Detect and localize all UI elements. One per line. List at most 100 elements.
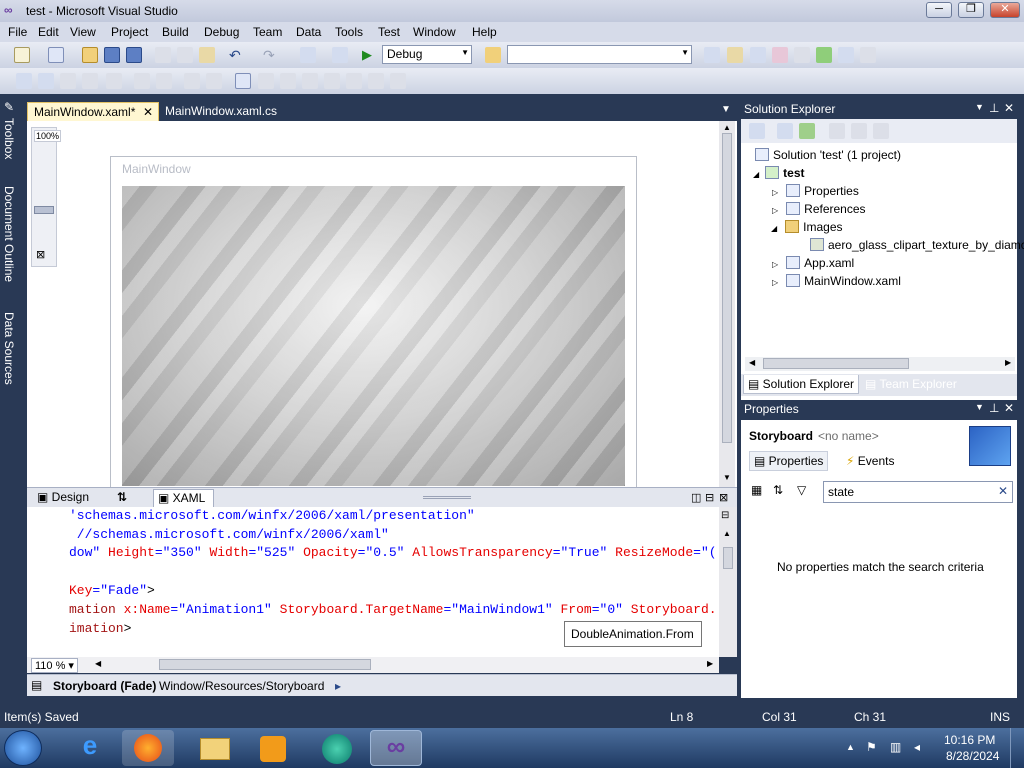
properties-icon[interactable] <box>749 123 765 139</box>
collapse-pane-icon[interactable]: ⊠ <box>719 491 728 504</box>
save-all-icon[interactable] <box>126 47 142 63</box>
code-line[interactable]: Key="Fade"> <box>69 583 155 598</box>
paste-icon[interactable] <box>199 47 215 63</box>
view-designer-icon[interactable] <box>851 123 867 139</box>
tree-item-solution[interactable]: Solution 'test' (1 project) <box>755 148 901 162</box>
tree-item-project[interactable]: ◢ test <box>753 166 805 180</box>
tree-item-app-xaml[interactable]: ▷ App.xaml <box>772 256 854 270</box>
navigate-back-icon[interactable] <box>300 47 316 63</box>
view-code-icon[interactable] <box>829 123 845 139</box>
tab-mainwindow-xaml[interactable]: MainWindow.xaml* ✕ <box>27 102 159 122</box>
breadcrumb-item-path[interactable]: Window/Resources/Storyboard <box>159 679 324 693</box>
scroll-left-icon[interactable]: ◀ <box>95 659 101 668</box>
toolbox-icon[interactable] <box>772 47 788 63</box>
expander-icon[interactable]: ▷ <box>772 260 778 269</box>
clear-icon[interactable] <box>60 73 76 89</box>
property-search-input[interactable]: state ✕ <box>823 481 1013 503</box>
open-icon[interactable] <box>82 47 98 63</box>
menu-edit[interactable]: Edit <box>38 25 59 39</box>
scroll-up-icon[interactable]: ▲ <box>723 123 731 132</box>
prev-bookmark-folder-icon[interactable] <box>302 73 318 89</box>
toolbox-tab[interactable]: Toolbox <box>2 118 16 159</box>
data-sources-tab[interactable]: Data Sources <box>2 312 16 385</box>
team-explorer-icon[interactable] <box>838 47 854 63</box>
tab-design[interactable]: ▣ Design <box>37 490 89 504</box>
next-bookmark-doc-icon[interactable] <box>368 73 384 89</box>
app-icon[interactable] <box>310 730 362 766</box>
scroll-right-icon[interactable]: ▶ <box>707 659 713 668</box>
close-tab-icon[interactable]: ✕ <box>143 105 153 119</box>
menu-file[interactable]: File <box>8 25 27 39</box>
solution-explorer-icon[interactable] <box>704 47 720 63</box>
clock-date[interactable]: 8/28/2024 <box>946 749 999 763</box>
class-diagram-icon[interactable] <box>873 123 889 139</box>
show-desktop-button[interactable] <box>1010 728 1024 768</box>
menu-team[interactable]: Team <box>253 25 282 39</box>
show-all-files-icon[interactable] <box>777 123 793 139</box>
format-icon[interactable] <box>106 73 122 89</box>
cut-icon[interactable] <box>155 47 171 63</box>
volume-icon[interactable]: ◂ <box>914 740 920 754</box>
save-icon[interactable] <box>104 47 120 63</box>
menu-project[interactable]: Project <box>111 25 148 39</box>
clear-search-icon[interactable]: ✕ <box>998 484 1008 498</box>
internet-explorer-icon[interactable]: e <box>64 730 116 766</box>
start-button[interactable] <box>4 730 42 766</box>
aero-glass-image[interactable] <box>122 186 625 486</box>
navigate-forward-icon[interactable] <box>332 47 348 63</box>
tab-solution-explorer[interactable]: ▤ Solution Explorer <box>743 375 860 394</box>
decrease-indent-icon[interactable] <box>134 73 150 89</box>
uncomment-icon[interactable] <box>206 73 222 89</box>
expander-icon[interactable]: ▷ <box>772 278 778 287</box>
scroll-up-icon[interactable]: ▲ <box>723 529 731 538</box>
code-line[interactable]: mation x:Name="Animation1" Storyboard.Ta… <box>69 602 717 617</box>
scroll-down-icon[interactable]: ▼ <box>723 473 731 482</box>
scroll-left-icon[interactable]: ◀ <box>749 358 755 367</box>
tab-dropdown-icon[interactable]: ▼ <box>721 104 731 115</box>
clear-bookmarks-icon[interactable] <box>390 73 406 89</box>
next-bookmark-icon[interactable] <box>280 73 296 89</box>
find-in-files-icon[interactable] <box>485 47 501 63</box>
tree-item-image-file[interactable]: aero_glass_clipart_texture_by_diamc <box>810 238 1024 252</box>
vertical-split-icon[interactable]: ◫ <box>691 491 701 504</box>
zoom-thumb[interactable] <box>34 206 54 214</box>
editor-split-icon[interactable]: ⊟ <box>721 510 729 521</box>
close-pane-icon[interactable]: ✕ <box>1004 101 1014 115</box>
designer-vertical-scrollbar[interactable]: ▲ ▼ <box>719 121 735 487</box>
show-hidden-icons[interactable]: ▲ <box>846 742 855 752</box>
filter-icon[interactable]: ▽ <box>797 483 806 497</box>
expander-icon[interactable]: ◢ <box>771 224 777 233</box>
pane-dropdown-icon[interactable]: ▼ <box>975 102 984 112</box>
extension-manager-icon[interactable] <box>816 47 832 63</box>
menu-tools[interactable]: Tools <box>335 25 363 39</box>
zoom-slider[interactable]: 100% ⊠ <box>31 127 62 267</box>
scroll-right-icon[interactable]: ▶ <box>1005 358 1011 367</box>
next-bookmark-folder-icon[interactable] <box>324 73 340 89</box>
code-line[interactable]: //schemas.microsoft.com/winfx/2006/xaml" <box>69 527 389 542</box>
pin-icon[interactable]: ⊥ <box>989 401 999 415</box>
tab-events[interactable]: ⚡ Events <box>846 454 894 468</box>
menu-build[interactable]: Build <box>162 25 189 39</box>
visual-studio-taskbar-icon[interactable]: ∞ <box>370 730 422 766</box>
swap-panes-button[interactable]: ⇅ <box>117 490 127 504</box>
tree-item-images[interactable]: ◢ Images <box>771 220 843 234</box>
properties-icon[interactable] <box>727 47 743 63</box>
prev-bookmark-icon[interactable] <box>258 73 274 89</box>
categorized-icon[interactable]: ▦ <box>751 483 762 497</box>
menu-test[interactable]: Test <box>378 25 400 39</box>
scroll-thumb[interactable] <box>722 133 732 443</box>
clock-time[interactable]: 10:16 PM <box>944 733 995 747</box>
tree-item-mainwindow-xaml[interactable]: ▷ MainWindow.xaml <box>772 274 901 288</box>
undo-icon[interactable]: ↶ <box>229 47 245 63</box>
tab-team-explorer[interactable]: ▤ Team Explorer <box>865 377 957 391</box>
code-line[interactable]: imation> <box>69 621 131 636</box>
se-horizontal-scrollbar[interactable]: ◀ ▶ <box>745 357 1015 371</box>
expander-icon[interactable]: ◢ <box>753 170 759 179</box>
alphabetical-icon[interactable]: ⇅ <box>773 483 783 497</box>
menu-view[interactable]: View <box>70 25 96 39</box>
align-icon[interactable] <box>16 73 32 89</box>
close-pane-icon[interactable]: ✕ <box>1004 401 1014 415</box>
object-browser-icon[interactable] <box>750 47 766 63</box>
tree-item-references[interactable]: ▷ References <box>772 202 866 216</box>
code-line[interactable]: dow" Height="350" Width="525" Opacity="0… <box>69 545 717 560</box>
